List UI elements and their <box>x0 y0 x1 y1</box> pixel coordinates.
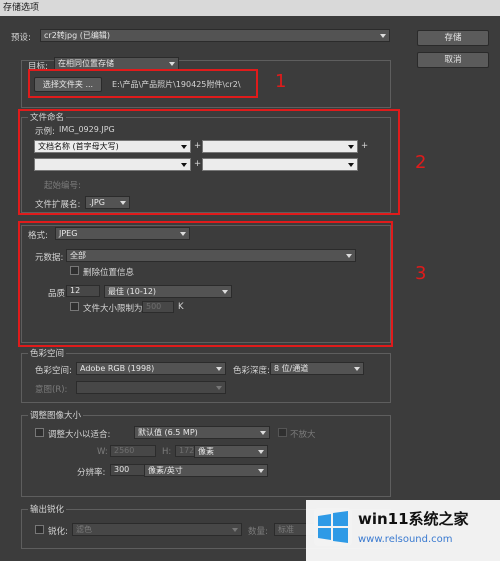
preset-label: 预设: <box>11 33 31 43</box>
preset-select[interactable]: cr2转jpg (已编辑) <box>40 29 390 42</box>
chevron-down-icon <box>216 367 222 371</box>
chevron-down-icon <box>258 450 264 454</box>
resize-to-fit-label: 调整大小以适合: <box>48 430 111 440</box>
resolution-label: 分辨率: <box>77 468 106 478</box>
color-space-group-label: 色彩空间 <box>28 347 67 359</box>
watermark: win11系统之家 www.relsound.com <box>306 500 500 561</box>
annotation-box-3 <box>18 221 393 347</box>
chevron-down-icon <box>169 62 175 66</box>
destination-value: 在相同位置存储 <box>58 59 114 68</box>
resize-group-label: 调整图像大小 <box>28 409 84 421</box>
watermark-title: win11系统之家 <box>358 510 469 528</box>
color-space-value: Adobe RGB (1998) <box>80 364 155 373</box>
cancel-button[interactable]: 取消 <box>417 52 489 68</box>
preset-value: cr2转jpg (已编辑) <box>44 31 110 40</box>
resize-to-fit-select[interactable]: 默认值 (6.5 MP) <box>134 426 270 439</box>
color-depth-select[interactable]: 8 位/通道 <box>270 362 364 375</box>
chevron-down-icon <box>354 367 360 371</box>
resize-to-fit-checkbox[interactable] <box>35 428 44 437</box>
resolution-unit-value: 像素/英寸 <box>148 466 183 475</box>
chevron-down-icon <box>258 469 264 473</box>
window-title: 存储选项 <box>0 0 500 16</box>
annotation-number-3: 3 <box>415 263 427 284</box>
chevron-down-icon <box>380 34 386 38</box>
annotation-number-2: 2 <box>415 152 427 173</box>
amount-label: 数量: <box>248 527 268 537</box>
annotation-number-1: 1 <box>275 71 287 92</box>
resize-group: 调整图像大小 调整大小以适合: 默认值 (6.5 MP) 不放大 W: 2560… <box>21 409 391 497</box>
color-space-select[interactable]: Adobe RGB (1998) <box>76 362 226 375</box>
resolution-unit-select[interactable]: 像素/英寸 <box>144 464 268 477</box>
sharpen-label: 锐化: <box>48 527 68 537</box>
sharpen-value: 滤色 <box>76 525 92 534</box>
chevron-down-icon <box>216 386 222 390</box>
sharpen-checkbox[interactable] <box>35 525 44 534</box>
watermark-url: www.relsound.com <box>358 534 453 545</box>
width-input[interactable]: 2560 <box>110 445 156 457</box>
sharpen-select[interactable]: 滤色 <box>72 523 242 536</box>
chevron-down-icon <box>260 431 266 435</box>
resize-to-fit-value: 默认值 (6.5 MP) <box>138 428 198 437</box>
sharpen-group-label: 输出锐化 <box>28 503 67 515</box>
size-unit-select[interactable]: 像素 <box>194 445 268 458</box>
width-label: W: <box>97 447 108 457</box>
color-space-label: 色彩空间: <box>35 366 72 376</box>
intent-select[interactable] <box>76 381 226 394</box>
windows-logo-icon <box>314 508 352 546</box>
color-space-group: 色彩空间 色彩空间: Adobe RGB (1998) 色彩深度: 8 位/通道… <box>21 347 391 403</box>
no-enlarge-label: 不放大 <box>290 430 316 440</box>
intent-label: 意图(R): <box>35 385 68 395</box>
height-label: H: <box>162 447 172 457</box>
save-button[interactable]: 存储 <box>417 30 489 46</box>
color-depth-label: 色彩深度: <box>233 366 270 376</box>
color-depth-value: 8 位/通道 <box>274 364 309 373</box>
annotation-box-1 <box>28 69 258 98</box>
amount-value: 标准 <box>278 525 294 534</box>
annotation-box-2 <box>18 109 400 215</box>
size-unit-value: 像素 <box>198 447 214 456</box>
chevron-down-icon <box>232 528 238 532</box>
no-enlarge-checkbox[interactable] <box>278 428 287 437</box>
save-options-dialog: 预设: cr2转jpg (已编辑) 存储 取消 目标: 在相同位置存储 选择文件… <box>0 16 500 561</box>
